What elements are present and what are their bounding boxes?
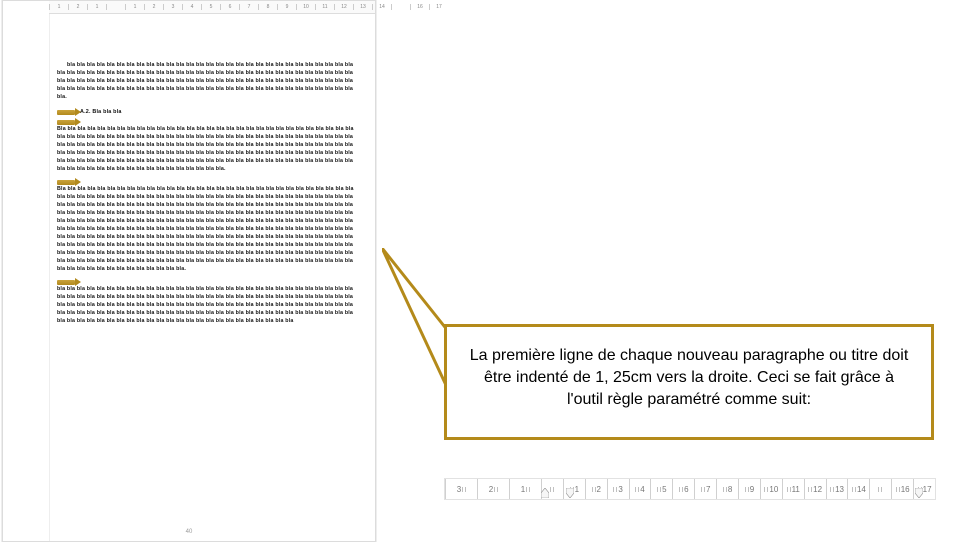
ruler-tick: 11 [315,4,334,10]
ruler-tick: 16 [891,479,913,499]
callout-text: La première ligne de chaque nouveau para… [470,347,909,408]
left-gutter [3,1,50,541]
heading-row: A.2. Bla bla bla [57,108,361,116]
ruler-tick: 9 [738,479,760,499]
ruler-tick: 1 [125,4,144,10]
ruler-tick: 9 [277,4,296,10]
ruler-tick: 10 [296,4,315,10]
ruler-tick: 1 [49,4,68,10]
document-page: 12112345678910111213141617 bla bla bla b… [2,0,376,542]
ruler-tick: 13 [353,4,372,10]
ruler-tick: 4 [182,4,201,10]
ruler-tick: 3 [445,479,477,499]
ruler-tick: 7 [694,479,716,499]
ruler-tick: 17 [429,4,448,10]
ruler-tick: 13 [826,479,848,499]
ruler-tick: 2 [144,4,163,10]
ruler-tick [391,4,410,10]
ruler-tick: 2 [585,479,607,499]
indent-arrow-icon [57,120,75,125]
callout-box: La première ligne de chaque nouveau para… [444,324,934,440]
ruler-tick: 11 [782,479,804,499]
ruler-tick: 5 [201,4,220,10]
indent-arrow-icon [57,110,75,115]
ruler-tick: 3 [163,4,182,10]
ruler-tick: 14 [847,479,869,499]
indent-arrow-icon [57,180,75,185]
top-ruler[interactable]: 12112345678910111213141617 [49,1,375,14]
ruler-tick: 12 [804,479,826,499]
ruler-tick: 2 [477,479,509,499]
ruler-tick [106,4,125,10]
hanging-indent-marker[interactable] [566,488,574,498]
ruler-tick: 14 [372,4,391,10]
ruler-tool[interactable]: 321 12345678910111213141617 [444,478,936,500]
ruler-tick: 6 [220,4,239,10]
ruler-tick [869,479,891,499]
ruler-tick: 10 [760,479,782,499]
paragraph-4: bla bla bla bla bla bla bla bla bla bla … [57,285,361,325]
paragraph-1: bla bla bla bla bla bla bla bla bla bla … [57,61,361,101]
indent-arrow-icon [57,280,75,285]
ruler-tick: 2 [68,4,87,10]
first-line-indent-marker[interactable] [541,488,549,498]
ruler-tick: 6 [672,479,694,499]
page-number: 40 [3,529,375,535]
ruler-tick: 4 [629,479,651,499]
ruler-tick: 16 [410,4,429,10]
ruler-negative-area: 321 [445,479,541,499]
ruler-tick: 12 [334,4,353,10]
page-body: bla bla bla bla bla bla bla bla bla bla … [57,61,361,328]
ruler-tick: 1 [87,4,106,10]
ruler-tick: 8 [716,479,738,499]
ruler-tick: 1 [509,479,541,499]
right-indent-marker[interactable] [915,488,923,498]
ruler-tick: 8 [258,4,277,10]
ruler-tick: 5 [650,479,672,499]
ruler-tick: 7 [239,4,258,10]
ruler-tick: 3 [607,479,629,499]
paragraph-2: Bla bla bla bla bla bla bla bla bla bla … [57,125,361,173]
callout: La première ligne de chaque nouveau para… [444,324,934,440]
callout-pointer-icon [382,248,452,408]
ruler-positive-area: 12345678910111213141617 [541,479,935,499]
heading-a2: A.2. Bla bla bla [80,108,122,116]
paragraph-3: Bla bla bla bla bla bla bla bla bla bla … [57,185,361,273]
